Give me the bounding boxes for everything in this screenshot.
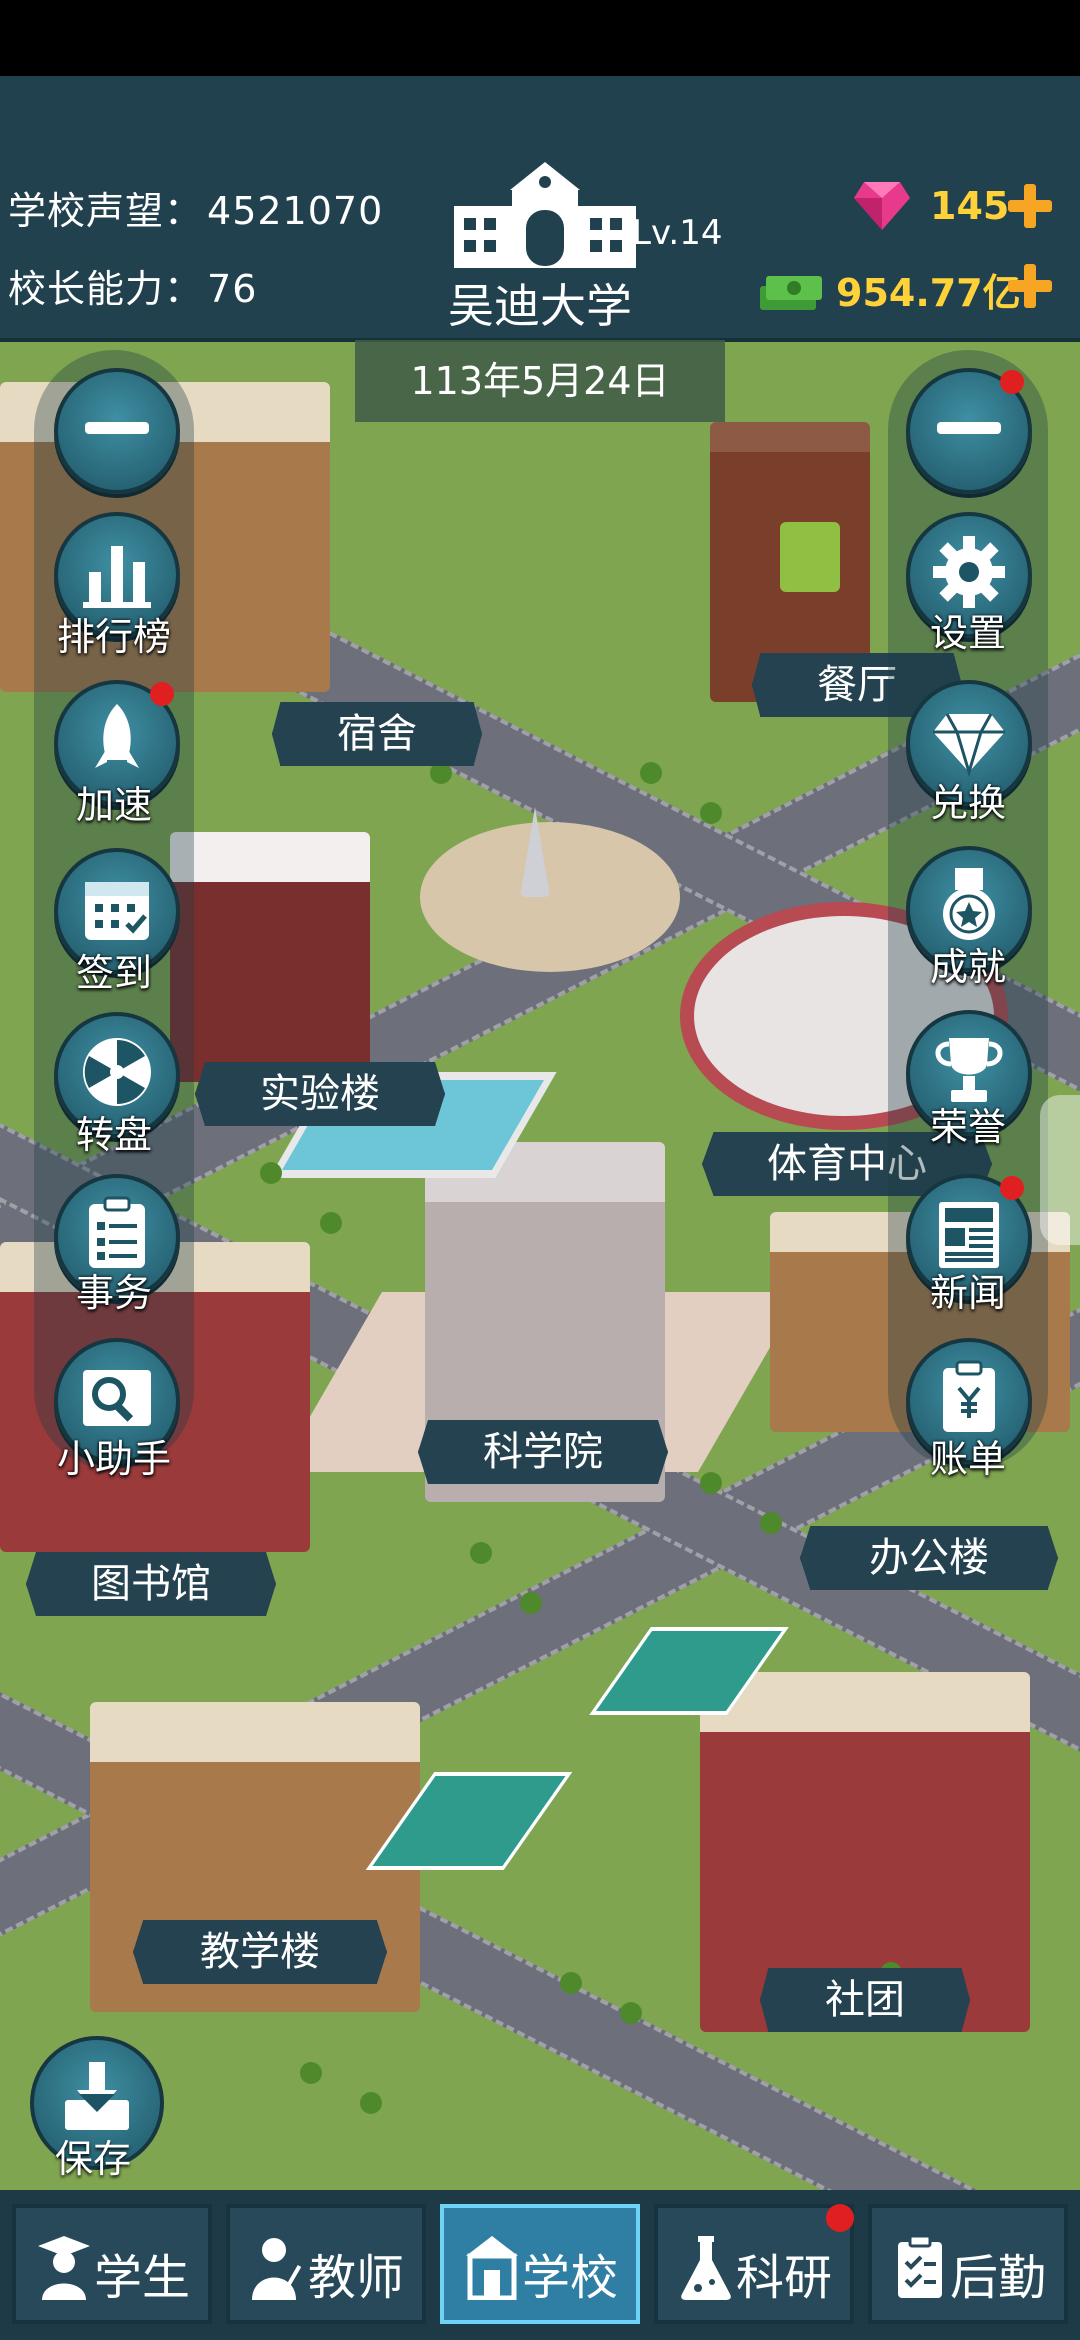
gear-icon <box>933 536 1005 608</box>
speedup-notification-dot <box>150 682 174 706</box>
tab-research[interactable]: 科研 <box>654 2204 854 2324</box>
bar-chart-icon <box>83 546 151 608</box>
tab-school[interactable]: 学校 <box>440 2204 640 2324</box>
add-gems-plus-icon[interactable] <box>1006 182 1054 230</box>
clipboard-check-icon <box>898 2234 942 2298</box>
lab-label[interactable]: 实验楼 <box>195 1062 445 1126</box>
dorm-label[interactable]: 宿舍 <box>272 702 482 766</box>
checkin-label: 签到 <box>75 951 152 995</box>
add-money-plus-icon[interactable] <box>1006 262 1054 310</box>
tab-school-label: 学校 <box>522 2250 619 2306</box>
office-label[interactable]: 办公楼 <box>800 1526 1058 1590</box>
library-label[interactable]: 图书馆 <box>26 1552 276 1616</box>
wheel-icon <box>83 1038 151 1106</box>
diamond-icon <box>933 713 1005 778</box>
ranking-label: 排行榜 <box>56 615 171 659</box>
tab-students-label: 学生 <box>94 2250 191 2306</box>
news-label: 新闻 <box>929 1271 1006 1315</box>
tree-icon <box>640 762 662 784</box>
side-pull-handle[interactable] <box>1040 1095 1080 1245</box>
tree-icon <box>360 2092 382 2114</box>
magnifier-icon <box>83 1370 151 1426</box>
money-icon <box>760 276 822 310</box>
tree-icon <box>300 2062 322 2084</box>
principal-label: 校长能力： <box>8 267 204 311</box>
principal-stat: 校长能力： 76 <box>8 258 257 313</box>
wheel-label: 转盘 <box>75 1113 152 1157</box>
tree-icon <box>700 802 722 824</box>
school-building-icon <box>454 162 636 268</box>
assistant-label: 小助手 <box>56 1437 171 1481</box>
medal-icon <box>943 868 995 940</box>
menu-notification-dot <box>1000 370 1024 394</box>
status-bar <box>0 0 1080 76</box>
plaza <box>420 822 680 972</box>
news-notification-dot <box>1000 1176 1024 1200</box>
money-amount: 954.77亿 <box>836 271 1021 315</box>
tab-teachers[interactable]: 教师 <box>226 2204 426 2324</box>
science-label[interactable]: 科学院 <box>418 1420 668 1484</box>
tree-icon <box>320 1212 342 1234</box>
calendar-icon <box>85 882 149 940</box>
club-label[interactable]: 社团 <box>760 1968 970 2032</box>
tree-icon <box>260 1162 282 1184</box>
reputation-label: 学校声望： <box>8 189 204 233</box>
tree-icon <box>560 1972 582 1994</box>
speedup-label: 加速 <box>75 783 152 827</box>
left-collapse-button[interactable] <box>54 368 180 494</box>
tab-research-label: 科研 <box>736 2250 833 2306</box>
honor-label: 荣誉 <box>929 1105 1006 1149</box>
principal-value: 76 <box>207 267 258 311</box>
download-icon <box>65 2062 129 2130</box>
tab-students[interactable]: 学生 <box>12 2204 212 2324</box>
research-notification-dot <box>826 2204 854 2232</box>
save-label: 保存 <box>54 2137 131 2181</box>
exchange-label: 兑换 <box>929 781 1006 825</box>
tab-teachers-label: 教师 <box>308 2250 405 2306</box>
minus-icon <box>937 422 1001 434</box>
achievement-label: 成就 <box>929 945 1006 989</box>
minus-icon <box>85 422 149 434</box>
game-date: 113年5月24日 <box>355 340 725 422</box>
flask-icon <box>681 2236 731 2300</box>
tree-icon <box>700 1472 722 1494</box>
gem-icon <box>854 182 910 230</box>
tree-icon <box>470 1542 492 1564</box>
teaching-label[interactable]: 教学楼 <box>133 1920 387 1984</box>
reputation-value: 4521070 <box>207 189 384 233</box>
rocket-icon <box>95 704 139 768</box>
school-name: 吴迪大学 <box>448 279 632 333</box>
lab-building[interactable] <box>170 832 370 1082</box>
tree-icon <box>760 1512 782 1534</box>
tab-logistics[interactable]: 后勤 <box>868 2204 1068 2324</box>
student-icon <box>38 2236 90 2300</box>
bill-label: 账单 <box>929 1437 1006 1481</box>
school-level: Lv.14 <box>632 213 723 253</box>
bill-icon <box>943 1360 995 1432</box>
settings-label: 设置 <box>929 611 1006 655</box>
reputation-stat: 学校声望： 4521070 <box>8 180 383 235</box>
tree-icon <box>620 2002 642 2024</box>
teacher-icon <box>252 2238 302 2300</box>
tree-icon <box>520 1592 542 1614</box>
school-icon <box>466 2236 518 2300</box>
canteen-sign <box>780 522 840 592</box>
tab-logistics-label: 后勤 <box>950 2250 1047 2306</box>
bottom-nav: 学生 教师 学校 科研 后勤 <box>0 2190 1080 2340</box>
affairs-label: 事务 <box>75 1271 152 1315</box>
gem-count: 145 <box>930 184 1010 228</box>
